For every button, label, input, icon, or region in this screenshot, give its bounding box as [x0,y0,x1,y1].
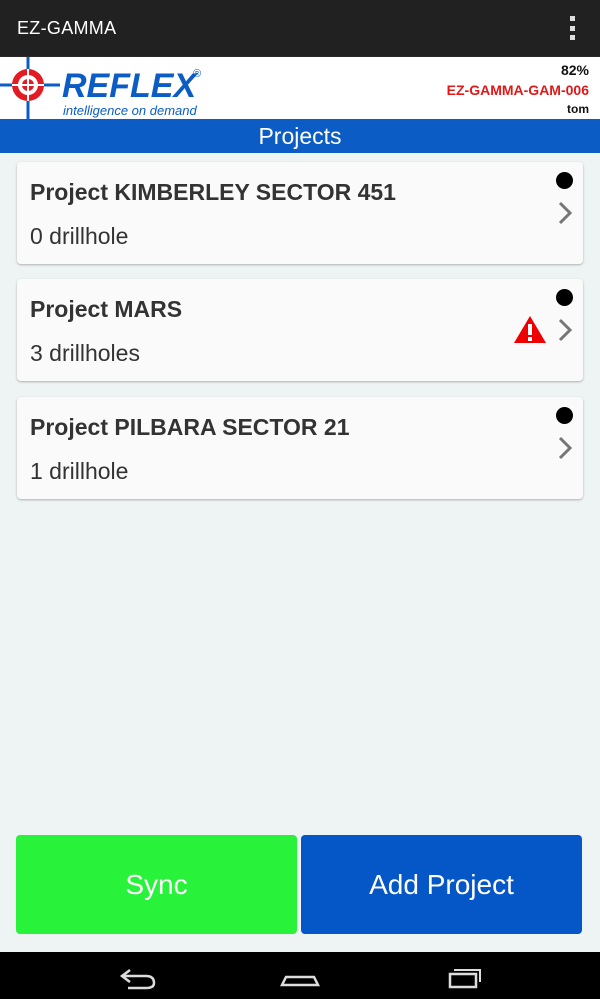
device-id: EZ-GAMMA-GAM-006 [446,82,589,98]
battery-level: 82% [560,62,589,78]
app-title: EZ-GAMMA [17,17,117,38]
home-icon[interactable] [270,960,330,992]
status-dot-icon [556,407,573,424]
project-card[interactable]: Project KIMBERLEY SECTOR 451 0 drillhole [17,162,583,264]
back-icon[interactable] [108,960,168,992]
action-bar: EZ-GAMMA [0,0,600,56]
logo-text: REFLEX [62,67,198,105]
logo-tagline: intelligence on demand [63,103,197,118]
project-card[interactable]: Project MARS 3 drillholes [17,279,583,381]
app-screen: EZ-GAMMA REFLEX ® intelligence on demand… [0,0,600,999]
user-name: tom [567,102,589,116]
status-block: 82% EZ-GAMMA-GAM-006 tom [447,61,589,117]
registered-mark: ® [193,68,201,80]
warning-icon [514,316,546,343]
chevron-right-icon [558,436,573,460]
project-name: Project MARS [30,296,183,322]
project-card[interactable]: Project PILBARA SECTOR 21 1 drillhole [17,397,583,499]
crosshair-icon [0,57,60,119]
status-dot-icon [556,289,573,306]
system-nav-bar [0,952,600,999]
page-title: Projects [0,119,600,153]
brand-header: REFLEX ® intelligence on demand 82% EZ-G… [0,56,600,120]
add-project-button[interactable]: Add Project [301,835,582,934]
sync-button[interactable]: Sync [16,835,297,934]
recents-icon[interactable] [433,960,493,992]
status-dot-icon [556,172,573,189]
project-name: Project KIMBERLEY SECTOR 451 [30,179,396,205]
project-name: Project PILBARA SECTOR 21 [30,414,350,440]
chevron-right-icon [558,201,573,225]
project-drillhole-count: 0 drillhole [30,223,129,249]
project-drillhole-count: 1 drillhole [30,458,129,484]
chevron-right-icon [558,318,573,342]
project-drillhole-count: 3 drillholes [30,340,140,366]
reflex-logo: REFLEX ® intelligence on demand [0,57,201,119]
overflow-menu-icon[interactable] [568,16,576,40]
